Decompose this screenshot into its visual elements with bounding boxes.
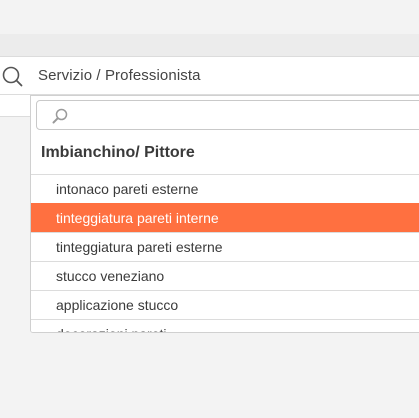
dropdown-filter-input[interactable] xyxy=(73,105,417,127)
service-search-label[interactable]: Servizio / Professionista xyxy=(38,67,201,84)
left-panel-edge xyxy=(0,95,31,117)
option-item[interactable]: applicazione stucco xyxy=(31,290,419,319)
option-item[interactable]: stucco veneziano xyxy=(31,261,419,290)
option-list: intonaco pareti esterne tinteggiatura par… xyxy=(31,174,419,332)
search-icon xyxy=(2,66,23,87)
service-search-bar[interactable]: Servizio / Professionista xyxy=(0,56,419,95)
page: Servizio / Professionista Imbianchino/ P… xyxy=(0,0,419,418)
service-dropdown: Imbianchino/ Pittore intonaco pareti est… xyxy=(30,95,419,333)
option-item-selected[interactable]: tinteggiatura pareti interne xyxy=(31,203,419,232)
option-item[interactable]: intonaco pareti esterne xyxy=(31,174,419,203)
option-item[interactable]: decorazioni pareti xyxy=(31,319,419,332)
option-item[interactable]: tinteggiatura pareti esterne xyxy=(31,232,419,261)
top-strip xyxy=(0,34,419,56)
option-group-header: Imbianchino/ Pittore xyxy=(41,144,195,161)
dropdown-filter-box[interactable] xyxy=(36,100,419,130)
search-icon xyxy=(52,108,68,124)
